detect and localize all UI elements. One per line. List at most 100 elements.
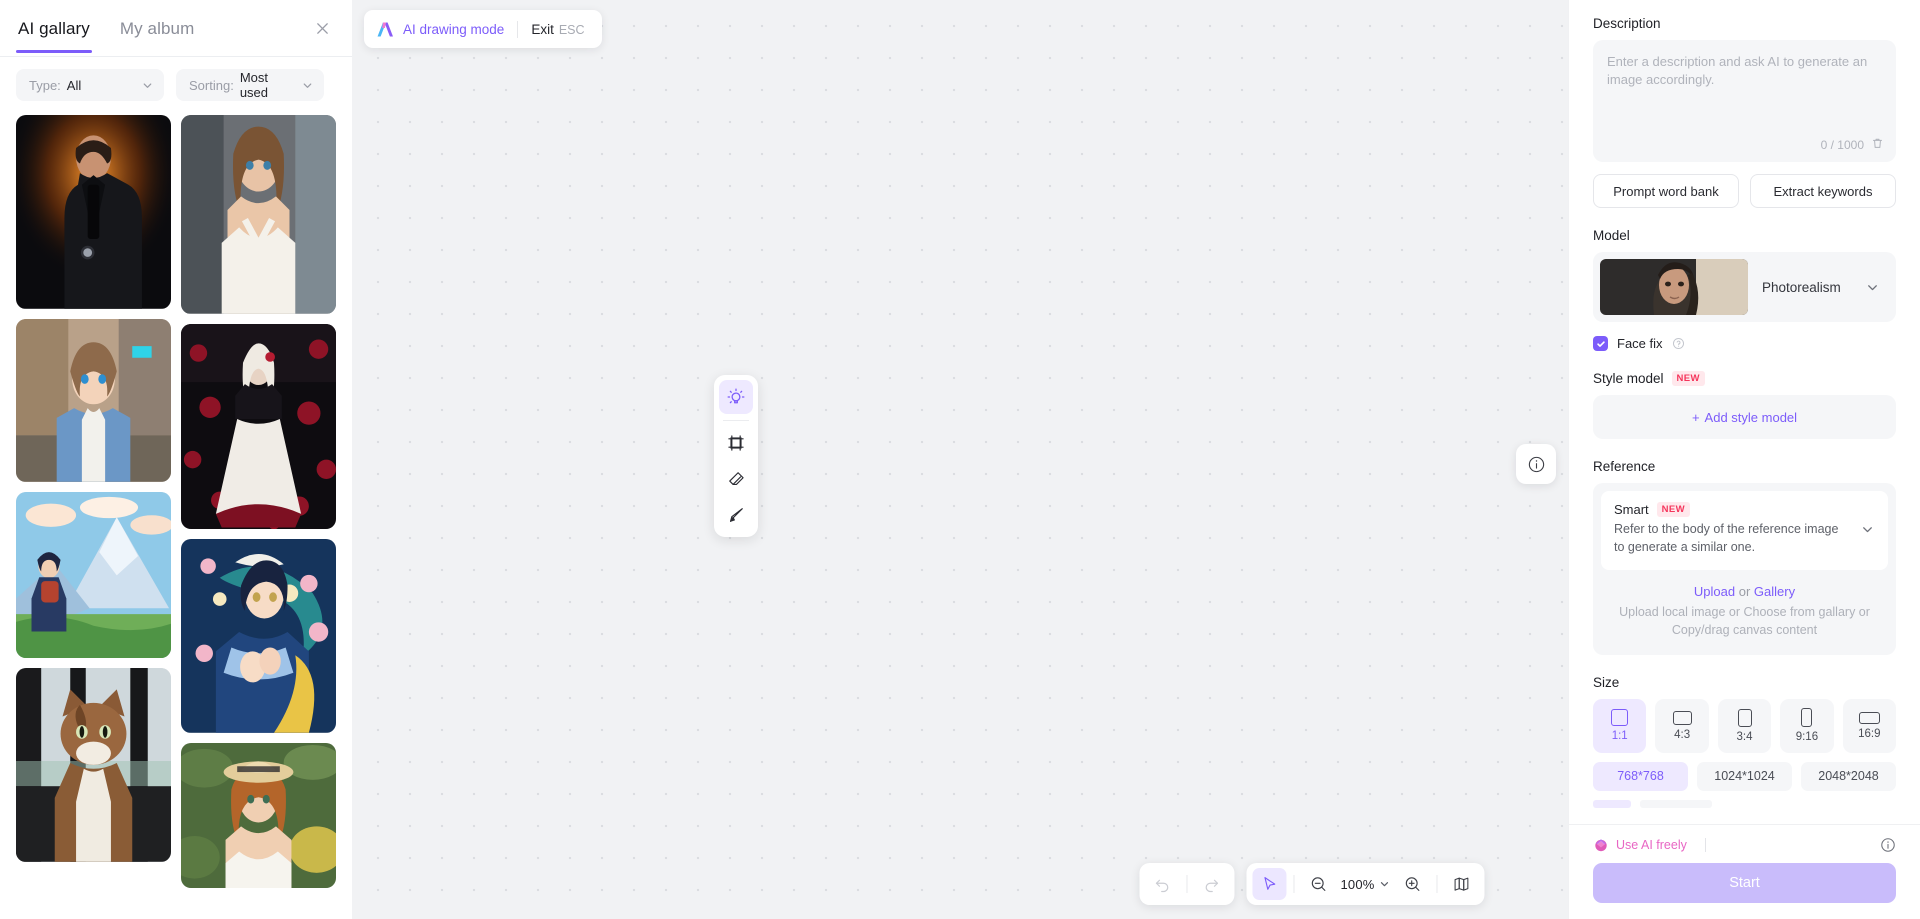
reference-label: Reference xyxy=(1593,459,1656,474)
resolution-2048[interactable]: 2048*2048 xyxy=(1801,761,1896,791)
reference-card: Smart NEW Refer to the body of the refer… xyxy=(1593,483,1896,655)
face-fix-row: Face fix xyxy=(1593,336,1896,351)
trash-icon[interactable] xyxy=(1871,137,1884,153)
gallery-tabs: AI gallary My album xyxy=(0,0,352,56)
reference-mode-title-row: Smart NEW xyxy=(1614,502,1852,517)
list-item[interactable] xyxy=(181,323,336,529)
reference-mode-description: Refer to the body of the reference image… xyxy=(1614,522,1839,554)
face-fix-checkbox[interactable] xyxy=(1593,336,1608,351)
ratio-shape-icon xyxy=(1737,708,1752,727)
list-item[interactable] xyxy=(16,491,171,659)
ratio-shape-icon xyxy=(1858,711,1880,724)
aspect-ratio-9-16[interactable]: 9:16 xyxy=(1780,698,1834,753)
list-item[interactable] xyxy=(16,318,171,482)
reference-gallery-link[interactable]: Gallery xyxy=(1754,584,1795,599)
help-circle-icon[interactable] xyxy=(1672,337,1685,350)
resolution-1024[interactable]: 1024*1024 xyxy=(1697,761,1792,791)
reference-section: Reference Smart NEW Refer to the body of… xyxy=(1593,459,1896,655)
canvas-area[interactable]: AI drawing mode Exit ESC 100% xyxy=(352,0,1568,919)
list-item[interactable] xyxy=(181,115,336,314)
tab-ai-gallery[interactable]: AI gallary xyxy=(16,3,92,53)
toolbar-divider xyxy=(1436,875,1438,893)
frame-tool[interactable] xyxy=(719,426,753,460)
use-ai-freely-row: Use AI freely xyxy=(1593,837,1896,853)
chevron-down-icon xyxy=(141,79,154,92)
description-footer: 0 / 1000 xyxy=(1821,137,1884,153)
list-item[interactable] xyxy=(181,538,336,733)
ratio-shape-icon xyxy=(1672,710,1692,725)
aspect-ratio-3-4[interactable]: 3:4 xyxy=(1717,698,1772,753)
chevron-down-icon xyxy=(301,79,314,92)
reference-mode-selector[interactable]: Smart NEW Refer to the body of the refer… xyxy=(1601,491,1888,570)
size-label: Size xyxy=(1593,674,1620,690)
aspect-ratio-label: 9:16 xyxy=(1795,731,1819,744)
list-item[interactable] xyxy=(16,115,171,309)
face-fix-label: Face fix xyxy=(1617,336,1663,351)
idea-lightbulb-tool[interactable] xyxy=(719,380,753,414)
cursor-arrow-icon[interactable] xyxy=(1252,868,1287,900)
exit-mode-button[interactable]: Exit ESC xyxy=(518,22,597,37)
ratio-shape-icon xyxy=(1611,709,1629,727)
tool-rail-divider xyxy=(723,420,749,421)
reference-upload-row: Upload or Gallery xyxy=(1601,584,1888,599)
canvas-info-button[interactable] xyxy=(1516,444,1556,484)
tab-my-album[interactable]: My album xyxy=(118,3,197,53)
start-button[interactable]: Start xyxy=(1593,863,1896,903)
zoom-level-dropdown[interactable]: 100% xyxy=(1337,877,1393,892)
filter-type-value: All xyxy=(66,77,82,93)
aspect-ratio-label: 3:4 xyxy=(1736,730,1753,743)
aspect-ratio-1-1[interactable]: 1:1 xyxy=(1593,698,1647,753)
panel-footer: Use AI freely Start xyxy=(1569,824,1920,919)
style-model-label: Style model NEW xyxy=(1593,371,1896,386)
chevron-down-icon xyxy=(1865,280,1889,295)
peek-chip xyxy=(1640,799,1712,808)
gallery-scroll-area[interactable] xyxy=(0,111,352,919)
zoom-level-value: 100% xyxy=(1340,876,1375,892)
model-section: Model Photorealism Face fix xyxy=(1593,228,1896,351)
chevron-down-icon xyxy=(1860,522,1875,537)
undo-icon[interactable] xyxy=(1145,868,1179,900)
info-circle-icon[interactable] xyxy=(1880,837,1896,853)
settings-scroll-area[interactable]: Description Enter a description and ask … xyxy=(1569,0,1920,824)
list-item[interactable] xyxy=(181,742,336,889)
use-ai-freely-group[interactable]: Use AI freely xyxy=(1593,837,1706,853)
zoom-in-icon[interactable] xyxy=(1396,868,1430,900)
eraser-tool[interactable] xyxy=(719,462,753,496)
peek-chip xyxy=(1593,799,1631,808)
style-model-new-badge: NEW xyxy=(1671,371,1705,386)
aspect-ratio-16-9[interactable]: 16:9 xyxy=(1842,698,1897,753)
filter-type-dropdown[interactable]: Type: All xyxy=(16,69,164,101)
ratio-shape-icon xyxy=(1801,708,1813,728)
model-selector[interactable]: Photorealism xyxy=(1593,252,1896,322)
prompt-word-bank-button[interactable]: Prompt word bank xyxy=(1593,174,1739,208)
style-model-section: Style model NEW + Add style model xyxy=(1593,371,1896,439)
style-model-title: Style model xyxy=(1593,371,1664,386)
add-style-model-label: Add style model xyxy=(1704,409,1798,425)
reference-upload-link[interactable]: Upload xyxy=(1694,584,1735,599)
gem-icon xyxy=(1593,837,1609,853)
ai-drawing-mode-label: AI drawing mode xyxy=(403,21,505,37)
canvas-tool-rail xyxy=(714,375,758,537)
close-icon[interactable] xyxy=(310,16,334,40)
filter-sorting-value: Most used xyxy=(239,70,269,100)
filter-sorting-dropdown[interactable]: Sorting: Most used xyxy=(176,69,324,101)
redo-icon[interactable] xyxy=(1194,868,1228,900)
resolution-768[interactable]: 768*768 xyxy=(1593,761,1688,791)
add-style-model-button[interactable]: + Add style model xyxy=(1593,395,1896,439)
description-input[interactable]: Enter a description and ask AI to genera… xyxy=(1593,40,1896,162)
plus-icon: + xyxy=(1691,409,1700,425)
generation-settings-panel: Description Enter a description and ask … xyxy=(1568,0,1920,919)
list-item[interactable] xyxy=(16,668,171,862)
reference-mode-text: Smart NEW Refer to the body of the refer… xyxy=(1614,502,1852,557)
aspect-ratio-label: 4:3 xyxy=(1674,728,1691,741)
pen-tool[interactable] xyxy=(719,498,753,532)
gallery-masonry xyxy=(16,115,336,889)
toolbar-divider xyxy=(1293,875,1295,893)
use-ai-freely-label: Use AI freely xyxy=(1616,838,1687,852)
model-selected-name: Photorealism xyxy=(1762,279,1841,295)
extract-keywords-button[interactable]: Extract keywords xyxy=(1750,174,1896,208)
gallery-panel: AI gallary My album Type: All Sorting: M… xyxy=(0,0,352,919)
zoom-out-icon[interactable] xyxy=(1301,868,1335,900)
aspect-ratio-4-3[interactable]: 4:3 xyxy=(1655,698,1709,753)
map-icon[interactable] xyxy=(1445,868,1479,900)
